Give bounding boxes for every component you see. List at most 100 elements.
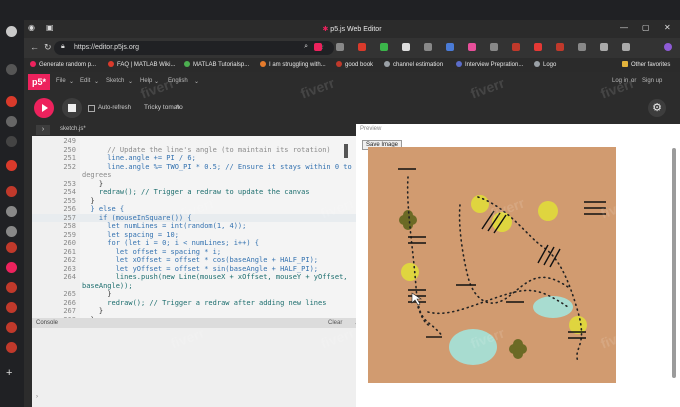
auto-refresh-label: Auto-refresh — [98, 105, 132, 111]
line-number: 253 — [63, 179, 76, 188]
app-icon[interactable] — [6, 342, 17, 353]
url-input[interactable]: 🔒︎ https://editor.p5js.org ⌕ ☆ — [54, 41, 334, 55]
maximize-icon[interactable]: ▢ — [642, 23, 650, 32]
title-bar: ◉ ▣ ✱ p5.js Web Editor — ▢ ✕ — [24, 20, 680, 38]
extension-icon[interactable] — [600, 43, 608, 51]
copilot-icon[interactable] — [664, 43, 672, 51]
app-icon[interactable] — [6, 116, 17, 127]
signup-link[interactable]: Sign up — [642, 78, 662, 84]
app-icon[interactable] — [6, 186, 17, 197]
extension-icon[interactable] — [534, 43, 542, 51]
line-number: 255 — [63, 196, 76, 205]
pencil-icon[interactable]: ✎ — [176, 104, 181, 111]
extension-icon[interactable] — [336, 43, 344, 51]
play-button[interactable] — [34, 98, 54, 118]
app-icon[interactable] — [6, 206, 17, 217]
code-line[interactable]: let yOffset = offset * sin(baseAngle + H… — [82, 265, 318, 273]
window-title: ✱ p5.js Web Editor — [322, 26, 382, 33]
extension-icon[interactable] — [424, 43, 432, 51]
code-line[interactable]: for (let i = 0; i < numLines; i++) { — [82, 239, 259, 247]
edge-icon[interactable] — [6, 26, 17, 37]
file-tab[interactable]: sketch.js* — [60, 126, 86, 132]
code-line[interactable]: } — [82, 307, 103, 315]
app-icon[interactable] — [6, 242, 17, 253]
code-line[interactable]: // Update the line's angle (to maintain … — [82, 146, 330, 154]
code-line[interactable]: if (mouseInSquare()) { — [82, 214, 192, 222]
stop-button[interactable] — [62, 98, 82, 118]
code-line[interactable]: } — [82, 180, 103, 188]
zoom-icon[interactable]: ⌕ — [304, 43, 308, 51]
bookmark-item[interactable]: I am struggling with... — [260, 61, 326, 68]
menu-chevron-icon: ⌄ — [128, 79, 134, 85]
sketch-canvas[interactable] — [368, 147, 616, 383]
extension-icon[interactable] — [622, 43, 630, 51]
extension-icon[interactable] — [512, 43, 520, 51]
clear-button[interactable]: Clear — [328, 320, 342, 326]
sketch-toolbar: Auto-refresh Tricky tomato ✎ ⚙ — [24, 92, 680, 124]
code-line[interactable]: } — [82, 197, 94, 205]
extension-icon[interactable] — [490, 43, 498, 51]
extension-icon[interactable] — [578, 43, 586, 51]
home-icon[interactable] — [6, 64, 17, 75]
preview-scrollbar[interactable] — [672, 148, 676, 378]
app-icon[interactable] — [6, 302, 17, 313]
app-icon[interactable] — [6, 96, 17, 107]
line-number: 254 — [63, 188, 76, 196]
app-icon[interactable] — [6, 136, 17, 147]
refresh-icon[interactable]: ↻ — [44, 42, 52, 53]
code-line[interactable]: degrees — [82, 171, 112, 179]
code-editor[interactable]: 249 250 // Update the line's angle (to ma… — [32, 136, 368, 318]
code-line[interactable]: line.angle += PI / 6; — [82, 154, 196, 162]
extension-icon[interactable] — [446, 43, 454, 51]
app-icon[interactable] — [6, 282, 17, 293]
preview-label: Preview — [360, 126, 382, 132]
code-line[interactable]: let spacing = 10; — [82, 231, 179, 239]
bookmark-item[interactable]: good book — [336, 61, 373, 68]
menu-file[interactable]: File — [56, 78, 66, 84]
code-line[interactable]: redraw(); // Trigger a redraw to update … — [82, 188, 310, 196]
gear-icon[interactable]: ⚙ — [648, 99, 666, 117]
code-line[interactable]: baseAngle)); — [82, 282, 133, 290]
extension-icon[interactable] — [468, 43, 476, 51]
code-line[interactable]: line.angle %= TWO_PI * 0.5; // Ensure it… — [82, 163, 368, 171]
minimize-icon[interactable]: — — [620, 23, 628, 32]
code-line[interactable]: redraw(); // Trigger a redraw after addi… — [82, 299, 326, 307]
bookmark-item[interactable]: channel estimation — [384, 61, 443, 68]
add-icon[interactable]: + — [6, 368, 17, 379]
extension-icon[interactable] — [402, 43, 410, 51]
bookmark-item[interactable]: Interview Prepration... — [456, 61, 523, 68]
code-line[interactable]: let numLines = int(random(1, 4)); — [82, 222, 246, 230]
menu-sketch[interactable]: Sketch — [106, 78, 124, 84]
p5-logo[interactable]: p5* — [28, 74, 50, 90]
code-line[interactable]: } — [82, 290, 111, 298]
bookmark-item[interactable]: MATLAB Tutorialsp... — [184, 61, 249, 68]
extension-icon[interactable] — [358, 43, 366, 51]
yellow-dot — [401, 263, 419, 281]
app-icon[interactable] — [6, 160, 17, 171]
code-line[interactable]: let xOffset = offset * cos(baseAngle + H… — [82, 256, 318, 264]
bookmark-item[interactable]: Generate random p... — [30, 61, 96, 68]
other-favorites[interactable]: Other favorites — [622, 61, 670, 68]
blob-shape — [533, 296, 573, 318]
bookmark-item[interactable]: Logo — [534, 61, 556, 68]
extension-icon[interactable] — [556, 43, 564, 51]
close-icon[interactable]: ✕ — [664, 23, 671, 32]
console-label: Console — [36, 320, 59, 326]
app-icon[interactable] — [6, 322, 17, 333]
code-line[interactable]: } else { — [82, 205, 124, 213]
extension-icon[interactable] — [380, 43, 388, 51]
menu-edit[interactable]: Edit — [80, 78, 90, 84]
menu-chevron-icon: ⌄ — [94, 79, 100, 85]
extension-icon[interactable] — [314, 43, 322, 51]
app-icon[interactable] — [6, 226, 17, 237]
editor-scrollbar[interactable] — [344, 144, 348, 158]
code-line[interactable]: let offset = spacing * i; — [82, 248, 221, 256]
bookmark-item[interactable]: FAQ | MATLAB Wiki... — [108, 61, 175, 68]
back-icon[interactable]: ← — [30, 42, 39, 52]
menu-chevron-icon: ⌄ — [194, 79, 200, 85]
code-line[interactable]: lines.push(new Line(mouseX + xOffset, mo… — [82, 273, 348, 281]
app-icon[interactable] — [6, 262, 17, 273]
auto-refresh-checkbox[interactable] — [88, 105, 95, 112]
yellow-dot — [538, 201, 558, 221]
chevron-right-icon[interactable]: › — [36, 125, 50, 135]
